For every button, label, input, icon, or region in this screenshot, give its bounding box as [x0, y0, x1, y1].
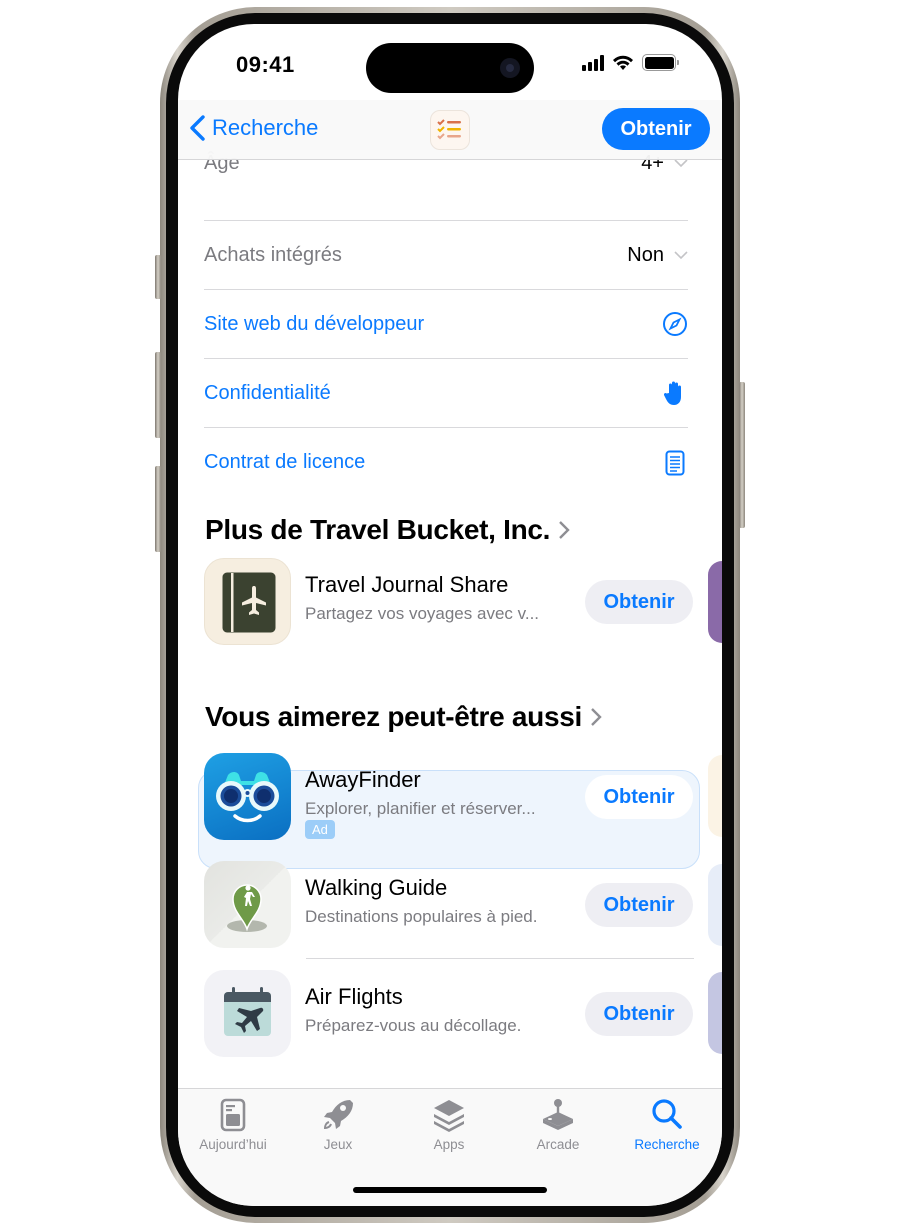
- info-row-in-app-purchases[interactable]: Achats intégrés Non: [204, 221, 688, 290]
- get-button[interactable]: Obtenir: [585, 580, 693, 624]
- chevron-right-icon: [591, 708, 602, 726]
- section-header-more-from-developer[interactable]: Plus de Travel Bucket, Inc.: [205, 514, 570, 546]
- chevron-down-icon: [674, 250, 688, 259]
- tab-label: Recherche: [634, 1137, 700, 1152]
- next-card-peek: [708, 755, 722, 837]
- link-label: Confidentialité: [204, 381, 331, 404]
- get-button[interactable]: Obtenir: [585, 883, 693, 927]
- checklist-app-icon: [430, 110, 470, 150]
- app-name: Walking Guide: [305, 875, 448, 900]
- dynamic-island: [366, 43, 534, 93]
- info-row-age[interactable]: Âge 4+: [204, 152, 688, 221]
- tab-games[interactable]: Jeux: [288, 1097, 388, 1152]
- rocket-icon: [323, 1100, 353, 1130]
- section-header-you-might-like[interactable]: Vous aimerez peut-être aussi: [205, 701, 602, 733]
- chevron-left-icon: [190, 115, 205, 141]
- get-button-header[interactable]: Obtenir: [602, 108, 710, 150]
- camera-icon: [500, 58, 520, 78]
- link-label: Contrat de licence: [204, 451, 366, 473]
- tab-label: Arcade: [536, 1137, 580, 1152]
- tab-search[interactable]: Recherche: [617, 1097, 717, 1152]
- next-card-peek: [708, 972, 722, 1054]
- chevron-right-icon: [559, 521, 570, 539]
- home-indicator[interactable]: [353, 1187, 547, 1193]
- app-row-travel-journal-share[interactable]: Travel Journal Share Partagez vos voyage…: [204, 558, 694, 646]
- document-icon: [662, 450, 688, 476]
- joystick-icon: [543, 1099, 573, 1130]
- get-button[interactable]: Obtenir: [585, 775, 693, 819]
- battery-icon: [642, 54, 679, 71]
- license-agreement-link[interactable]: Contrat de licence: [204, 428, 688, 497]
- ad-badge: Ad: [305, 820, 335, 839]
- status-time: 09:41: [236, 52, 295, 77]
- apps-stack-icon: [434, 1100, 464, 1132]
- compass-icon: [662, 311, 688, 337]
- hand-raised-icon: [662, 380, 688, 406]
- tab-today[interactable]: Aujourd’hui: [183, 1097, 283, 1152]
- wifi-icon: [613, 55, 633, 70]
- app-name: AwayFinder: [305, 767, 421, 792]
- volume-down-button: [155, 466, 161, 552]
- section-title: Plus de Travel Bucket, Inc.: [205, 514, 551, 545]
- calendar-plane-icon: [204, 970, 291, 1057]
- app-row-walking-guide[interactable]: Walking Guide Destinations populaires à …: [204, 861, 694, 949]
- volume-up-button: [155, 352, 161, 438]
- tab-arcade[interactable]: Arcade: [508, 1097, 608, 1152]
- tab-label: Apps: [433, 1137, 465, 1152]
- developer-website-link[interactable]: Site web du développeur: [204, 290, 688, 359]
- next-card-peek: [708, 561, 722, 643]
- next-card-peek: [708, 864, 722, 946]
- privacy-link[interactable]: Confidentialité: [204, 359, 688, 428]
- section-title: Vous aimerez peut-être aussi: [205, 701, 582, 732]
- screen: Âge 4+ Achats intégrés Non Site web du d…: [178, 24, 722, 1206]
- tab-label: Aujourd’hui: [199, 1137, 267, 1152]
- cellular-signal-icon: [582, 54, 604, 71]
- app-subtitle: Explorer, planifier et réserver...: [305, 799, 536, 818]
- app-subtitle: Partagez vos voyages avec v...: [305, 604, 540, 623]
- navigation-bar: Recherche Obtenir: [178, 100, 722, 160]
- app-row-awayfinder[interactable]: AwayFinder Explorer, planifier et réserv…: [204, 753, 694, 841]
- action-button: [155, 255, 161, 299]
- binoculars-app-icon: [204, 753, 291, 840]
- info-value: Non: [627, 243, 664, 266]
- info-label: Achats intégrés: [204, 243, 342, 266]
- row-divider: [306, 958, 694, 959]
- link-label: Site web du développeur: [204, 312, 425, 335]
- status-icons: [582, 54, 679, 71]
- tab-label: Jeux: [323, 1137, 353, 1152]
- tab-apps[interactable]: Apps: [399, 1097, 499, 1152]
- app-name: Travel Journal Share: [305, 572, 509, 597]
- walking-pin-icon: [204, 861, 291, 948]
- back-label: Recherche: [212, 115, 319, 140]
- get-button[interactable]: Obtenir: [585, 992, 693, 1036]
- app-name: Air Flights: [305, 984, 403, 1009]
- today-icon: [220, 1098, 246, 1132]
- travel-journal-icon: [204, 558, 291, 645]
- app-row-air-flights[interactable]: Air Flights Préparez-vous au décollage. …: [204, 970, 694, 1058]
- search-icon: [652, 1099, 682, 1129]
- app-subtitle: Préparez-vous au décollage.: [305, 1016, 522, 1035]
- back-button[interactable]: Recherche: [188, 114, 318, 142]
- app-subtitle: Destinations populaires à pied.: [305, 907, 538, 926]
- power-button: [739, 382, 745, 528]
